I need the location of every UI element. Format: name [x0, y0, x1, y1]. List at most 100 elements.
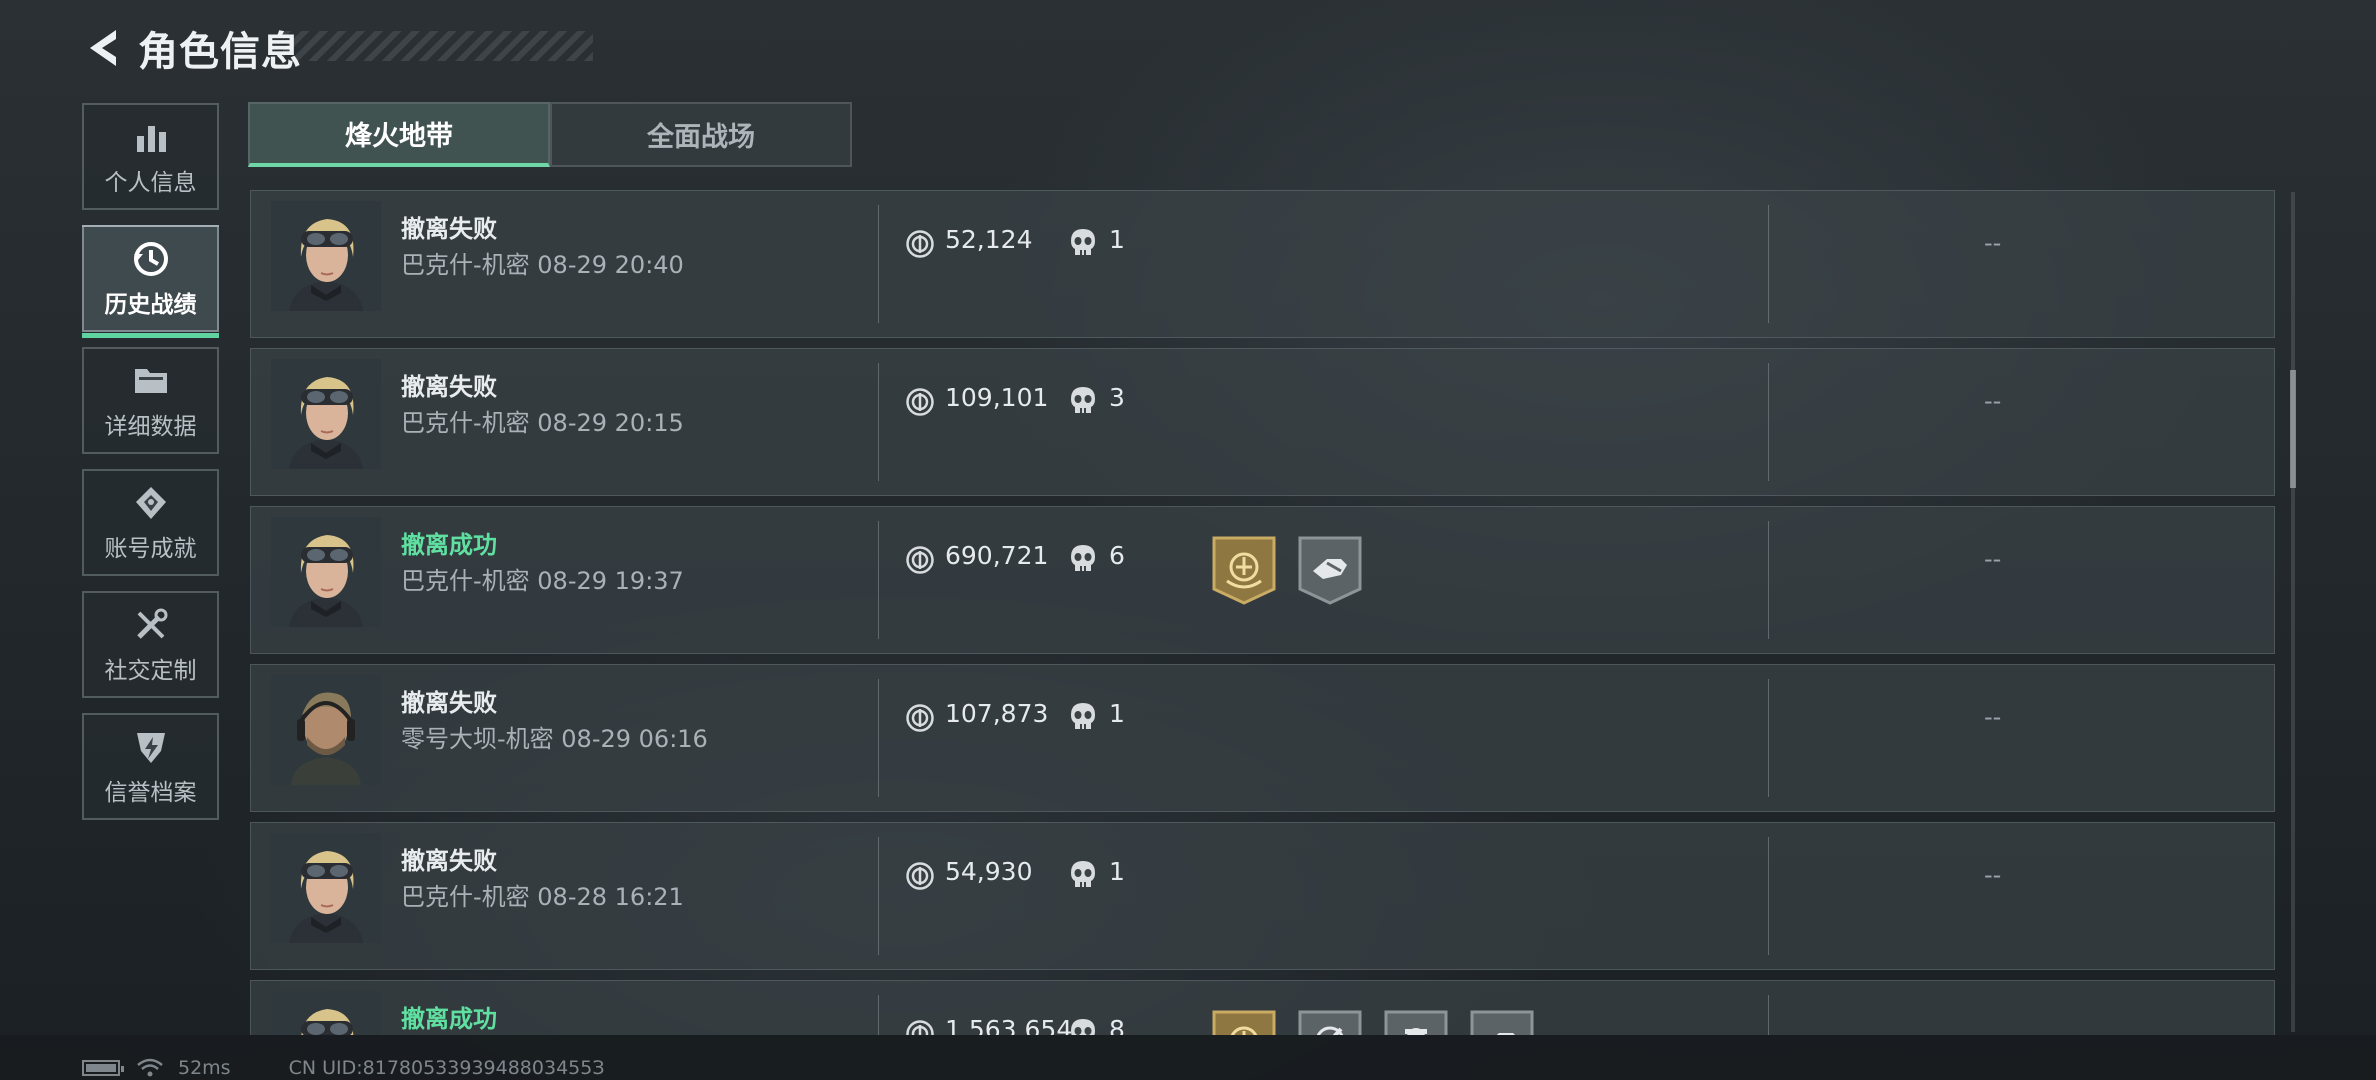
scrollbar-track[interactable]: [2291, 192, 2295, 1032]
map-and-time: 零号大坝-机密 08-29 06:16: [401, 725, 708, 753]
column-divider: [878, 679, 879, 797]
match-badges: [1211, 535, 1363, 605]
column-divider: [878, 995, 879, 1035]
grey-soldier-badge[interactable]: [1383, 1009, 1449, 1035]
clock-history-icon: [131, 239, 171, 279]
tools-icon: [131, 605, 171, 645]
skull-icon: [1069, 1017, 1097, 1035]
page-title: 角色信息: [138, 29, 302, 75]
skull-icon: [1069, 701, 1097, 733]
kill-count: 8: [1109, 1015, 1125, 1035]
operator-avatar: [271, 833, 381, 943]
sidebar-item-match-history[interactable]: 历史战绩: [82, 225, 219, 338]
sidebar-item-achievements[interactable]: 账号成就: [82, 469, 219, 576]
extra-stat: --: [1984, 861, 2002, 889]
operator-avatar: [271, 675, 381, 785]
kill-count: 3: [1109, 383, 1125, 412]
wifi-icon: [137, 1058, 163, 1077]
status-bar: 52ms CN UID:8178053393948803455З: [82, 1057, 605, 1079]
grey-fist-badge[interactable]: [1297, 535, 1363, 605]
extra-stat: --: [1984, 229, 2002, 257]
column-divider: [1768, 205, 1769, 323]
shield-bolt-icon: [131, 727, 171, 767]
column-divider: [1768, 363, 1769, 481]
match-row[interactable]: 撤离失败 巴克什-机密 08-29 20:40 52,124 1 --: [250, 190, 2275, 338]
currency-coin-icon: [905, 861, 935, 891]
mode-tabs: 烽火地带 全面战场: [248, 102, 852, 167]
extra-stat: --: [1984, 545, 2002, 573]
sidebar-item-label: 个人信息: [104, 169, 197, 196]
page-header: 角色信息: [78, 18, 593, 78]
asset-value: 690,721: [945, 541, 1049, 570]
column-divider: [1768, 837, 1769, 955]
scrollbar-thumb[interactable]: [2290, 370, 2296, 488]
achievement-diamond-icon: [131, 483, 171, 523]
user-uid: CN UID:8178053393948803455З: [288, 1057, 605, 1079]
column-divider: [878, 205, 879, 323]
map-and-time: 巴克什-机密 08-28 16:21: [401, 883, 684, 911]
gold-emblem-badge[interactable]: [1211, 1009, 1277, 1035]
sidebar-item-personal-info[interactable]: 个人信息: [82, 103, 219, 210]
gold-emblem-badge[interactable]: [1211, 535, 1277, 605]
sidebar-item-label: 详细数据: [104, 413, 197, 440]
currency-coin-icon: [905, 545, 935, 575]
ping-value: 52ms: [178, 1057, 231, 1079]
match-row[interactable]: 撤离失败 巴克什-机密 08-28 16:21 54,930 1 --: [250, 822, 2275, 970]
operator-avatar: [271, 201, 381, 311]
sidebar-item-detailed-data[interactable]: 详细数据: [82, 347, 219, 454]
map-and-time: 巴克什-机密 08-29 20:15: [401, 409, 684, 437]
sidebar: 个人信息 历史战绩 详细数据 账号成就 社交定制 信誉档案: [82, 103, 219, 835]
skull-icon: [1069, 385, 1097, 417]
grey-fist-badge[interactable]: [1469, 1009, 1535, 1035]
column-divider: [878, 521, 879, 639]
extraction-status: 撤离成功: [401, 1005, 497, 1033]
column-divider: [878, 837, 879, 955]
asset-value: 109,101: [945, 383, 1049, 412]
folder-icon: [131, 361, 171, 401]
extraction-status: 撤离失败: [401, 847, 497, 875]
operator-avatar: [271, 359, 381, 469]
match-badges: [1211, 1009, 1535, 1035]
column-divider: [1768, 995, 1769, 1035]
currency-coin-icon: [905, 229, 935, 259]
back-arrow-icon[interactable]: [78, 18, 126, 78]
kill-count: 1: [1109, 699, 1125, 728]
extraction-status: 撤离成功: [401, 531, 497, 559]
map-and-time: 巴克什-机密 08-29 20:40: [401, 251, 684, 279]
sidebar-item-label: 历史战绩: [104, 291, 197, 318]
operator-avatar: [271, 517, 381, 627]
match-row[interactable]: 撤离失败零号大坝-机密 08-29 06:16 107,873 1 --: [250, 664, 2275, 812]
extra-stat: --: [1984, 703, 2002, 731]
map-and-time: 巴克什-机密 08-29 19:37: [401, 567, 684, 595]
sidebar-item-label: 账号成就: [104, 535, 197, 562]
column-divider: [1768, 521, 1769, 639]
tab-full-battlefield[interactable]: 全面战场: [550, 102, 852, 167]
battery-icon: [82, 1060, 124, 1076]
column-divider: [1768, 679, 1769, 797]
extraction-status: 撤离失败: [401, 689, 497, 717]
sidebar-item-reputation[interactable]: 信誉档案: [82, 713, 219, 820]
match-row[interactable]: 撤离失败巴克什-机密 08-29 20:15 109,101 3 --: [250, 348, 2275, 496]
currency-coin-icon: [905, 703, 935, 733]
match-history-list[interactable]: 撤离失败 巴克什-机密 08-29 20:40 52,124 1 -- 撤离失败 巴克什-机…: [250, 190, 2275, 1035]
extra-stat: --: [1984, 387, 2002, 415]
sidebar-item-social-custom[interactable]: 社交定制: [82, 591, 219, 698]
asset-value: 1,563,654: [945, 1015, 1073, 1035]
bar-chart-icon: [131, 117, 171, 157]
operator-avatar: [271, 991, 381, 1035]
title-decoration: [283, 31, 593, 61]
skull-icon: [1069, 543, 1097, 575]
match-row[interactable]: 撤离成功 巴克什-机密 08-29 19:37 690,721 6 --: [250, 506, 2275, 654]
asset-value: 54,930: [945, 857, 1033, 886]
match-row[interactable]: 撤离成功 1,563,654 8: [250, 980, 2275, 1035]
skull-icon: [1069, 227, 1097, 259]
tab-warzone[interactable]: 烽火地带: [248, 102, 550, 167]
kill-count: 1: [1109, 225, 1125, 254]
extraction-status: 撤离失败: [401, 373, 497, 401]
grey-crosshair-badge[interactable]: [1297, 1009, 1363, 1035]
sidebar-item-label: 信誉档案: [104, 779, 197, 806]
extraction-status: 撤离失败: [401, 215, 497, 243]
sidebar-item-label: 社交定制: [104, 657, 197, 684]
asset-value: 107,873: [945, 699, 1049, 728]
currency-coin-icon: [905, 1019, 935, 1035]
